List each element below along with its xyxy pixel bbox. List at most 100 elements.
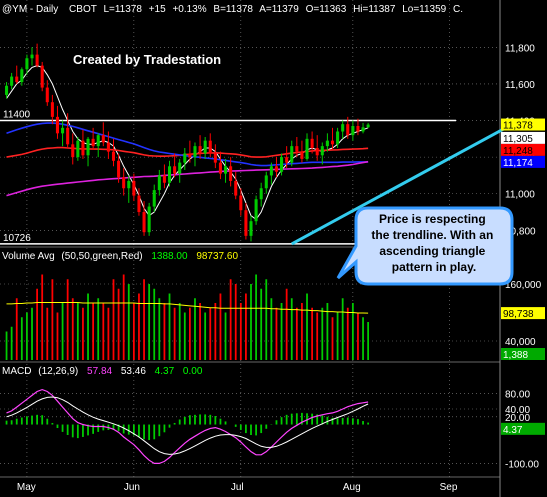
price-tag-11,174: 11,174 xyxy=(503,158,533,169)
candle-body xyxy=(86,138,90,156)
x-label-aug: Aug xyxy=(343,482,361,493)
candle-body xyxy=(366,124,370,128)
candle-body xyxy=(325,140,329,147)
candle-body xyxy=(224,166,228,174)
trading-chart: @YM - Daily CBOT L=11378 +15 +0.13% B=11… xyxy=(0,0,547,497)
candle-body xyxy=(61,127,65,134)
price-tick-label: 11,000 xyxy=(505,190,535,201)
candle-body xyxy=(162,175,166,183)
candle-body xyxy=(290,146,294,163)
callout-bubble: Price is respecting the trendline. With … xyxy=(336,206,514,286)
candle-body xyxy=(71,144,75,158)
candle-body xyxy=(198,146,202,154)
macd-title: MACD xyxy=(2,366,31,377)
callout-line-2: the trendline. With an xyxy=(371,228,493,242)
low-label: Lo=11359 xyxy=(402,4,446,15)
candle-body xyxy=(249,221,253,236)
candle-body xyxy=(173,166,177,174)
x-label-jul: Jul xyxy=(231,482,244,493)
candle-body xyxy=(178,162,182,174)
macd-tick-label: 20.00 xyxy=(505,413,530,424)
volume-header: Volume Avg (50,50,green,Red) 1388.00 987… xyxy=(2,251,238,262)
candle-body xyxy=(40,65,44,88)
macd-value-3: 4.37 xyxy=(155,366,175,377)
candle-body xyxy=(20,69,24,83)
ask-label: A=11379 xyxy=(259,4,299,15)
created-by-annotation: Created by Tradestation xyxy=(73,52,221,67)
candle-body xyxy=(218,162,222,174)
candle-body xyxy=(269,166,273,176)
candle-body xyxy=(106,142,110,152)
volume-value-2: 98737.60 xyxy=(196,251,238,262)
callout-line-4: pattern in play. xyxy=(392,260,476,274)
candle-body xyxy=(341,124,345,132)
x-label-sep: Sep xyxy=(440,482,458,493)
candle-body xyxy=(5,85,9,95)
candle-body xyxy=(137,195,141,213)
macd-tick-label: -100.00 xyxy=(505,459,539,470)
candle-body xyxy=(127,180,131,189)
price-tag-11,248: 11,248 xyxy=(503,146,533,157)
candle-body xyxy=(213,153,217,163)
symbol-label: @YM - Daily xyxy=(2,4,58,15)
bid-label: B=11378 xyxy=(213,4,253,15)
candle-body xyxy=(167,166,172,183)
candle-body xyxy=(152,190,156,207)
candle-body xyxy=(315,147,319,156)
candle-body xyxy=(361,127,365,132)
candle-body xyxy=(132,180,136,196)
candle-body xyxy=(183,153,187,163)
candle-body xyxy=(285,157,289,163)
candle-body xyxy=(280,157,284,172)
candle-body xyxy=(117,160,121,178)
candle-body xyxy=(274,166,278,172)
candle-body xyxy=(147,206,151,233)
candle-body xyxy=(76,140,80,158)
candle-body xyxy=(35,54,39,66)
macd-tag-4.37: 4.37 xyxy=(503,425,523,436)
candle-body xyxy=(208,140,212,154)
callout-line-3: ascending triangle xyxy=(379,244,485,258)
volume-tick-label: 40,000 xyxy=(505,337,536,348)
candle-body xyxy=(81,140,85,156)
candle-body xyxy=(66,127,70,145)
candle-body xyxy=(330,140,335,145)
candle-body xyxy=(25,58,29,70)
price-header: @YM - Daily CBOT L=11378 +15 +0.13% B=11… xyxy=(2,4,463,15)
callout-line-1: Price is respecting xyxy=(379,212,486,226)
candle-body xyxy=(45,87,49,103)
candle-body xyxy=(244,210,248,236)
level-label-11400: 11400 xyxy=(3,110,31,121)
candle-body xyxy=(101,135,105,143)
exchange-label: CBOT xyxy=(69,4,97,15)
candle-body xyxy=(305,138,309,159)
candle-body xyxy=(193,146,197,158)
x-label-may: May xyxy=(17,482,36,493)
candle-body xyxy=(254,199,258,222)
candle-body xyxy=(229,166,233,181)
candle-body xyxy=(10,76,14,86)
candle-body xyxy=(188,153,192,158)
candle-body xyxy=(91,138,95,147)
candle-body xyxy=(157,175,161,191)
candle-body xyxy=(142,212,146,233)
candle-body xyxy=(320,146,324,156)
candle-body xyxy=(96,135,100,147)
pct-label: +0.13% xyxy=(172,4,206,15)
volume-tag-1,388: 1,388 xyxy=(503,350,528,361)
candle-body xyxy=(234,180,238,196)
candle-body xyxy=(356,126,360,132)
high-label: Hi=11387 xyxy=(353,4,396,15)
price-tag-11,305: 11,305 xyxy=(503,134,533,145)
change-label: +15 xyxy=(149,4,166,15)
open-label: O=11363 xyxy=(306,4,347,15)
volume-title: Volume Avg xyxy=(2,251,55,262)
candle-body xyxy=(264,175,268,189)
candle-body xyxy=(295,146,299,152)
candle-body xyxy=(300,151,304,159)
macd-params: (12,26,9) xyxy=(38,366,78,377)
candle-body xyxy=(346,124,350,136)
volume-value-1: 1388.00 xyxy=(151,251,188,262)
candle-body xyxy=(15,76,19,83)
macd-tick-label: 80.00 xyxy=(505,389,530,400)
